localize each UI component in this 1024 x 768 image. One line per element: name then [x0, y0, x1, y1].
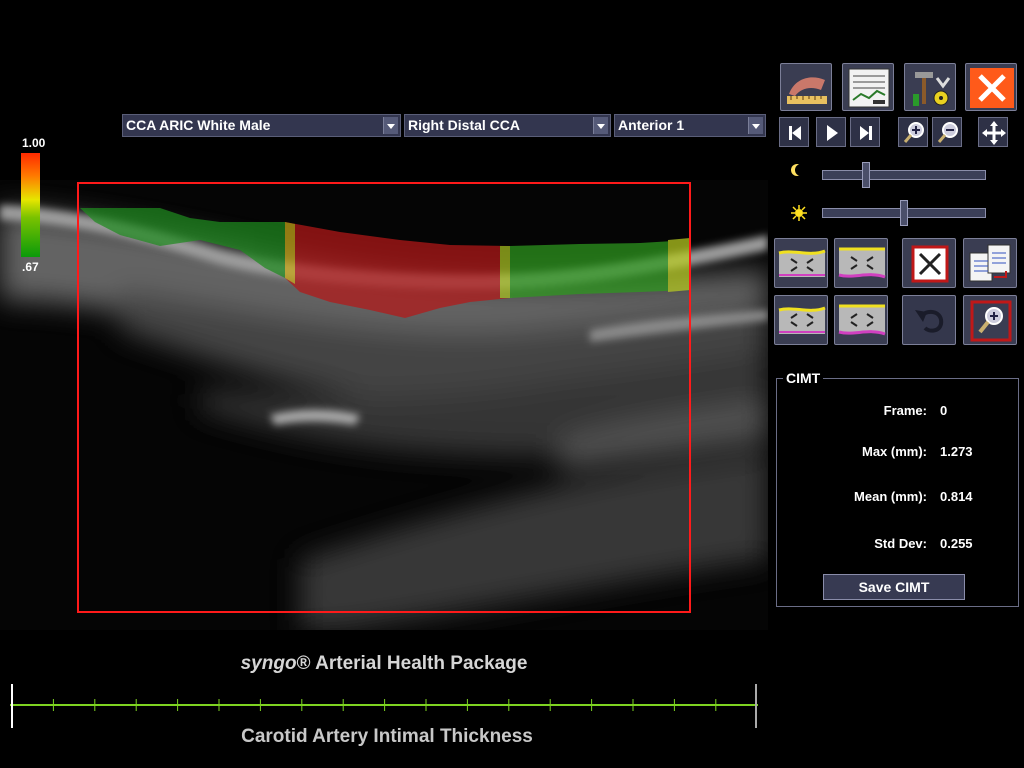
undo-icon [915, 309, 944, 333]
first-frame-icon [789, 126, 801, 140]
edge-adjust-lower-icon [838, 247, 886, 279]
delete-roi-icon [911, 245, 949, 283]
last-frame-button[interactable] [850, 117, 880, 147]
zoom-in-button[interactable] [898, 117, 928, 147]
mean-label: Mean (mm): [854, 489, 927, 504]
edge-adjust-upper-alt-button[interactable] [774, 295, 828, 345]
brightness-slider-thumb[interactable] [862, 162, 871, 188]
std-dev-label: Std Dev: [874, 536, 927, 551]
moon-icon [791, 164, 804, 176]
save-cimt-button[interactable]: Save CIMT [823, 574, 965, 600]
report-icon [848, 68, 890, 108]
close-button[interactable] [965, 63, 1017, 111]
view-dropdown[interactable]: Anterior 1 [614, 114, 766, 137]
edge-adjust-lower-button[interactable] [834, 238, 888, 288]
population-dropdown-value: CCA ARIC White Male [126, 117, 271, 133]
contrast-slider-thumb[interactable] [900, 200, 908, 226]
brand-rest: ® Arterial Health Package [296, 653, 528, 674]
edge-adjust-lower-alt-button[interactable] [834, 295, 888, 345]
segment-dropdown-value: Right Distal CCA [408, 117, 520, 133]
frame-value: 0 [940, 403, 948, 418]
pan-icon [982, 121, 1006, 145]
color-scale-bar [21, 153, 40, 257]
chevron-down-icon[interactable] [593, 117, 608, 134]
play-icon [827, 125, 838, 141]
brand-title: syngo® Arterial Health Package [0, 653, 768, 675]
last-frame-icon [860, 126, 872, 140]
zoom-roi-button[interactable] [963, 295, 1017, 345]
copy-report-icon [969, 244, 1011, 282]
tools-button[interactable] [904, 63, 956, 111]
play-button[interactable] [816, 117, 846, 147]
ultrasound-image[interactable] [0, 180, 768, 630]
frame-label: Frame: [883, 403, 927, 418]
view-dropdown-value: Anterior 1 [618, 117, 685, 133]
chevron-down-icon[interactable] [383, 117, 398, 134]
copy-report-button[interactable] [963, 238, 1017, 288]
measure-tool-button[interactable] [780, 63, 832, 111]
max-label: Max (mm): [861, 444, 927, 459]
delete-roi-button[interactable] [902, 238, 956, 288]
close-icon [970, 68, 1014, 108]
undo-button[interactable] [902, 295, 956, 345]
zoom-roi-icon [970, 300, 1012, 342]
brand-italic: syngo [240, 653, 297, 674]
measure-tool-icon [787, 77, 827, 104]
zoom-out-button[interactable] [932, 117, 962, 147]
pan-button[interactable] [978, 117, 1008, 147]
edge-adjust-lower-alt-icon [838, 304, 886, 336]
scale-min-label: .67 [22, 260, 39, 274]
edge-adjust-upper-button[interactable] [774, 238, 828, 288]
sun-icon [791, 205, 807, 221]
mean-value: 0.814 [940, 489, 973, 504]
footer-title: Carotid Artery Intimal Thickness [241, 726, 533, 747]
segment-dropdown[interactable]: Right Distal CCA [404, 114, 611, 137]
edge-adjust-upper-icon [778, 249, 826, 277]
scale-max-label: 1.00 [22, 136, 46, 150]
brightness-slider-track[interactable] [822, 170, 986, 180]
edge-adjust-upper-alt-icon [778, 306, 826, 334]
footer-ruler [10, 684, 758, 728]
first-frame-button[interactable] [779, 117, 809, 147]
std-dev-value: 0.255 [940, 536, 973, 551]
tools-icon [913, 72, 951, 106]
zoom-in-icon [903, 122, 924, 143]
max-value: 1.273 [940, 444, 973, 459]
report-button[interactable] [842, 63, 894, 111]
chevron-down-icon[interactable] [748, 117, 763, 134]
population-dropdown[interactable]: CCA ARIC White Male [122, 114, 401, 137]
cimt-group-title: CIMT [783, 370, 824, 386]
zoom-out-icon [937, 122, 958, 143]
